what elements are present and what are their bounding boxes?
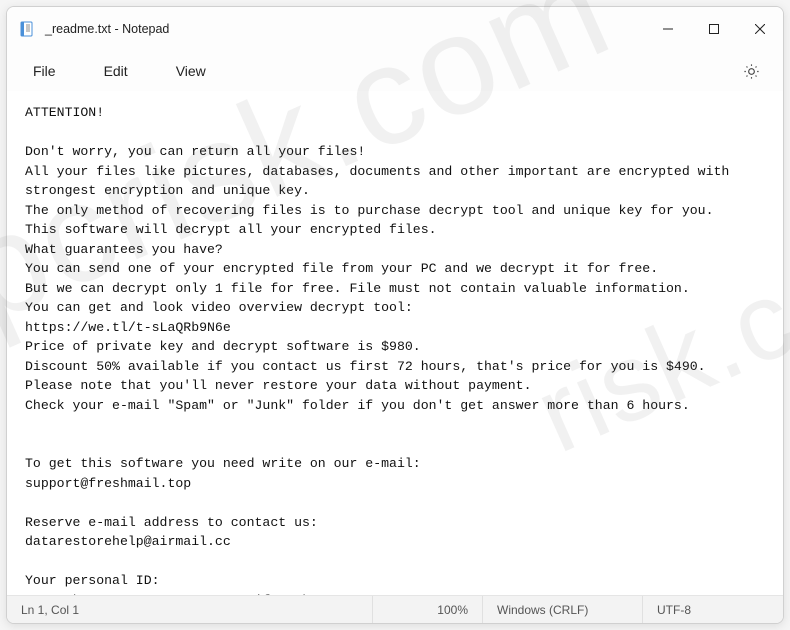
menu-edit[interactable]: Edit xyxy=(94,57,138,85)
window-controls xyxy=(645,7,783,51)
status-line-ending: Windows (CRLF) xyxy=(483,596,643,623)
gear-icon xyxy=(743,63,760,80)
statusbar: Ln 1, Col 1 100% Windows (CRLF) UTF-8 xyxy=(7,595,783,623)
close-button[interactable] xyxy=(737,7,783,51)
status-encoding: UTF-8 xyxy=(643,596,783,623)
menubar: File Edit View xyxy=(7,51,783,91)
notepad-window: _readme.txt - Notepad File Edit View xyxy=(6,6,784,624)
document-text[interactable]: ATTENTION! Don't worry, you can return a… xyxy=(25,103,765,595)
titlebar: _readme.txt - Notepad xyxy=(7,7,783,51)
window-title: _readme.txt - Notepad xyxy=(45,22,645,36)
status-zoom[interactable]: 100% xyxy=(373,596,483,623)
menu-view[interactable]: View xyxy=(166,57,216,85)
minimize-button[interactable] xyxy=(645,7,691,51)
notepad-app-icon xyxy=(19,21,35,37)
status-position: Ln 1, Col 1 xyxy=(7,596,373,623)
settings-button[interactable] xyxy=(735,55,767,87)
maximize-button[interactable] xyxy=(691,7,737,51)
editor-area[interactable]: ATTENTION! Don't worry, you can return a… xyxy=(7,91,783,595)
menu-file[interactable]: File xyxy=(23,57,66,85)
